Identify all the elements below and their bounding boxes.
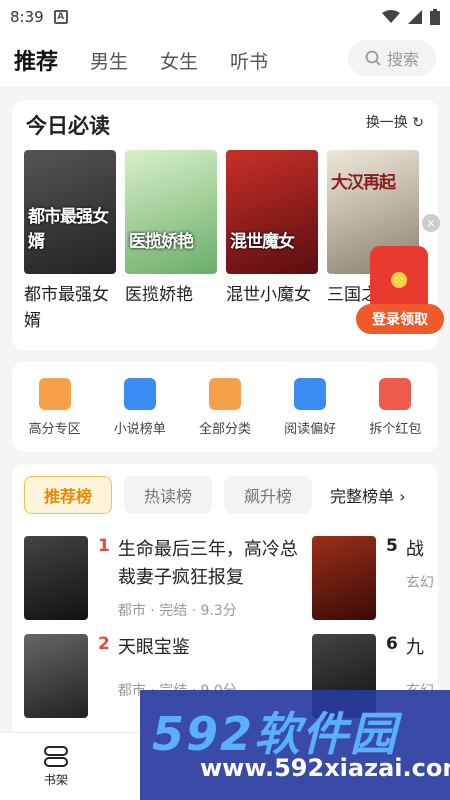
category-preference[interactable]: 阅读偏好	[284, 377, 337, 437]
book-title: 都市最强女婿	[24, 285, 109, 331]
category-label: 小说榜单	[113, 421, 166, 437]
tab-hot-rank[interactable]: 热读榜	[124, 476, 212, 514]
book-cover	[24, 634, 88, 718]
book-title: 生命最后三年，高冷总裁妻子疯狂报复	[117, 539, 298, 588]
bookshelf-icon	[44, 746, 68, 767]
book-cover: 医揽娇艳	[125, 150, 217, 274]
rank-number: 1	[98, 536, 110, 556]
login-claim-button[interactable]: 登录领取	[356, 304, 444, 334]
book-title: 医揽娇艳	[125, 285, 193, 305]
star-badge-icon	[38, 377, 71, 410]
book-cover: 混世魔女	[226, 150, 318, 274]
book-meta: 都市 · 完结 · 9.3分	[117, 603, 237, 619]
search-icon	[365, 50, 381, 66]
category-row: 高分专区 小说榜单 全部分类 阅读偏好 拆个红包	[12, 362, 438, 452]
book-cover: 都市最强女婿	[24, 150, 116, 274]
book-cover	[24, 536, 88, 620]
book-title: 战	[405, 539, 424, 560]
book-card[interactable]: 医揽娇艳 医揽娇艳	[125, 150, 217, 334]
full-ranking-link[interactable]: 完整榜单 ›	[330, 483, 406, 507]
cover-text: 医揽娇艳	[129, 232, 194, 252]
watermark-logo: 592软件园 www.592xiazai.com	[140, 690, 450, 800]
list-item[interactable]: 5 战 玄幻	[312, 536, 436, 620]
category-label: 高分专区	[28, 421, 81, 437]
watermark-url: www.592xiazai.com	[200, 754, 450, 782]
search-button[interactable]: 搜索	[348, 40, 436, 76]
book-title: 混世小魔女	[226, 285, 311, 305]
close-icon[interactable]: ×	[422, 214, 440, 232]
rank-number: 2	[98, 634, 110, 654]
tab-rising-rank[interactable]: 飙升榜	[224, 476, 312, 514]
search-label: 搜索	[386, 50, 419, 69]
book-cover	[312, 536, 376, 620]
book-card[interactable]: 都市最强女婿 都市最强女婿	[24, 150, 116, 334]
category-label: 阅读偏好	[284, 421, 337, 437]
rank-number: 5	[386, 536, 398, 556]
tab-female[interactable]: 女生	[160, 47, 198, 74]
cover-text: 都市最强女婿	[28, 207, 109, 252]
category-all[interactable]: 全部分类	[198, 377, 251, 437]
refresh-icon: ↻	[412, 115, 424, 131]
book-card[interactable]: 混世魔女 混世小魔女	[226, 150, 318, 334]
status-time: 8:39	[10, 8, 44, 26]
refresh-label: 换一换	[365, 115, 408, 131]
category-redpacket[interactable]: 拆个红包	[369, 377, 422, 437]
top-nav: 推荐 男生 女生 听书 搜索	[0, 34, 450, 86]
tab-recommend-rank[interactable]: 推荐榜	[24, 476, 112, 514]
list-item[interactable]: 1 生命最后三年，高冷总裁妻子疯狂报复 都市 · 完结 · 9.3分	[24, 536, 298, 620]
tab-male[interactable]: 男生	[90, 47, 128, 74]
battery-icon	[430, 9, 440, 25]
red-envelope-icon	[379, 377, 412, 410]
book-icon	[294, 377, 327, 410]
category-ranking[interactable]: 小说榜单	[113, 377, 166, 437]
book-title: 九	[405, 637, 424, 658]
tab-bookshelf[interactable]: 书架	[42, 743, 70, 788]
redpacket-float[interactable]: 登录领取	[356, 246, 444, 336]
red-envelope-icon	[370, 246, 428, 312]
book-title: 天眼宝鉴	[117, 637, 190, 658]
grid-icon	[208, 377, 241, 410]
ranking-icon	[123, 377, 156, 410]
wifi-icon	[382, 10, 400, 23]
bookshelf-label: 书架	[43, 773, 68, 787]
cover-text: 混世魔女	[230, 232, 295, 252]
signal-icon	[408, 10, 422, 24]
cover-text: 大汉再起	[331, 173, 396, 193]
tab-recommend[interactable]: 推荐	[9, 44, 58, 76]
status-bar: 8:39 A	[0, 0, 450, 34]
refresh-button[interactable]: 换一换 ↻	[366, 112, 424, 132]
category-label: 全部分类	[198, 421, 251, 437]
tab-audio[interactable]: 听书	[230, 47, 268, 74]
category-label: 拆个红包	[369, 421, 422, 437]
must-read-title: 今日必读	[26, 114, 110, 138]
book-meta: 玄幻	[405, 575, 434, 591]
notification-a-icon: A	[53, 10, 68, 24]
category-high-score[interactable]: 高分专区	[28, 377, 81, 437]
